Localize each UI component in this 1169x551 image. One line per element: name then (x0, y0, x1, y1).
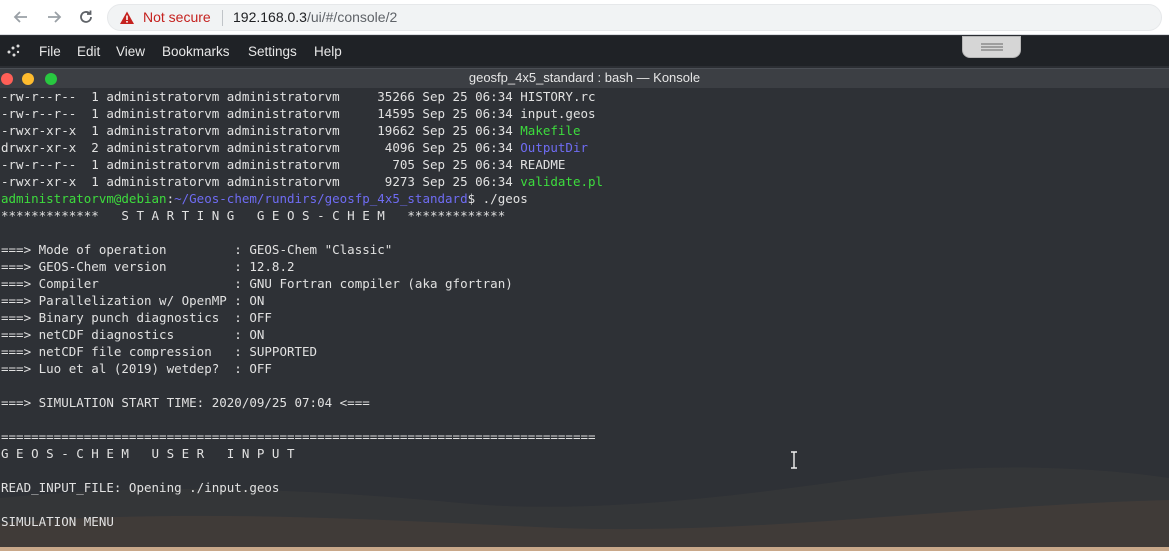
file-name: README (520, 157, 566, 172)
window-titlebar[interactable]: geosfp_4x5_standard : bash — Konsole (0, 68, 1169, 88)
setting-value: : 12.8.2 (234, 259, 295, 274)
setting-label: ===> Compiler (1, 276, 235, 291)
banner-line: ************* S T A R T I N G G E O S - … (1, 207, 603, 224)
file-attributes: drwxr-xr-x 2 administratorvm administrat… (1, 140, 521, 155)
setting-label: ===> Parallelization w/ OpenMP (1, 293, 235, 308)
desktop-edge (0, 547, 1169, 551)
setting-value: : OFF (234, 361, 272, 376)
simulation-menu: SIMULATION MENU (1, 514, 114, 529)
start-time-line: ===> SIMULATION START TIME: 2020/09/25 0… (1, 394, 603, 411)
setting-row: ===> netCDF file compression : SUPPORTED (1, 343, 603, 360)
setting-row: ===> Parallelization w/ OpenMP : ON (1, 292, 603, 309)
file-attributes: -rwxr-xr-x 1 administratorvm administrat… (1, 174, 521, 189)
setting-row: ===> GEOS-Chem version : 12.8.2 (1, 258, 603, 275)
setting-value: : ON (234, 293, 265, 308)
listing-row: -rwxr-xr-x 1 administratorvm administrat… (1, 122, 603, 139)
file-name: validate.pl (520, 174, 604, 189)
menu-file[interactable]: File (39, 44, 61, 59)
banner: ************* S T A R T I N G G E O S - … (1, 208, 506, 223)
listing-row: drwxr-xr-x 2 administratorvm administrat… (1, 139, 603, 156)
menu-drag-handle[interactable] (962, 36, 1021, 58)
setting-row: ===> Compiler : GNU Fortran compiler (ak… (1, 275, 603, 292)
minimize-window-button[interactable] (22, 73, 34, 85)
setting-label: ===> Luo et al (2019) wetdep? (1, 361, 235, 376)
prompt-colon: : (166, 191, 175, 206)
url-text[interactable]: 192.168.0.3/ui/#/console/2 (233, 9, 397, 25)
reload-button[interactable] (75, 6, 97, 28)
forward-button[interactable] (43, 6, 65, 28)
prompt-command: $ ./geos (467, 191, 528, 206)
text-cursor-icon (791, 451, 797, 469)
separator-line: ========================================… (1, 428, 603, 445)
header-line: G E O S - C H E M U S E R I N P U T (1, 445, 603, 462)
file-name: input.geos (520, 106, 596, 121)
file-attributes: -rw-r--r-- 1 administratorvm administrat… (1, 89, 521, 104)
listing-row: -rw-r--r-- 1 administratorvm administrat… (1, 88, 603, 105)
app-launcher-icon[interactable] (6, 43, 22, 59)
prompt-user: administratorvm@debian (1, 191, 167, 206)
back-button[interactable] (10, 6, 32, 28)
setting-value: : GEOS-Chem "Classic" (234, 242, 393, 257)
close-window-button[interactable] (1, 73, 13, 85)
start-time: ===> SIMULATION START TIME: 2020/09/25 0… (1, 395, 370, 410)
menu-settings[interactable]: Settings (248, 44, 297, 59)
setting-value: : GNU Fortran compiler (aka gfortran) (234, 276, 513, 291)
arrow-left-icon (13, 11, 27, 23)
prompt-path: ~/Geos-chem/rundirs/geosfp_4x5_standard (174, 191, 468, 206)
setting-row: ===> Binary punch diagnostics : OFF (1, 309, 603, 326)
file-name: OutputDir (520, 140, 589, 155)
setting-value: : ON (234, 327, 265, 342)
listing-row: -rw-r--r-- 1 administratorvm administrat… (1, 156, 603, 173)
reload-icon (80, 10, 92, 23)
address-bar[interactable]: Not secure 192.168.0.3/ui/#/console/2 (107, 4, 1162, 31)
warning-icon (120, 11, 134, 24)
setting-label: ===> netCDF file compression (1, 344, 235, 359)
listing-row: -rwxr-xr-x 1 administratorvm administrat… (1, 173, 603, 190)
arrow-right-icon (48, 11, 62, 23)
menu-help[interactable]: Help (314, 44, 342, 59)
terminal-output: -rw-r--r-- 1 administratorvm administrat… (1, 88, 603, 530)
browser-toolbar: Not secure 192.168.0.3/ui/#/console/2 (0, 0, 1169, 35)
setting-label: ===> netCDF diagnostics (1, 327, 235, 342)
listing-row: -rw-r--r-- 1 administratorvm administrat… (1, 105, 603, 122)
sim-menu-line: SIMULATION MENU (1, 513, 603, 530)
menu-edit[interactable]: Edit (77, 44, 100, 59)
url-path: /ui/#/console/2 (306, 9, 398, 25)
setting-row: ===> netCDF diagnostics : ON (1, 326, 603, 343)
separator: ========================================… (1, 429, 596, 444)
file-attributes: -rwxr-xr-x 1 administratorvm administrat… (1, 123, 521, 138)
menu-view[interactable]: View (116, 44, 145, 59)
hamburger-icon (981, 43, 1003, 51)
maximize-window-button[interactable] (45, 73, 57, 85)
omnibox-divider (222, 10, 223, 26)
read-input: READ_INPUT_FILE: Opening ./input.geos (1, 480, 280, 495)
terminal-area[interactable]: -rw-r--r-- 1 administratorvm administrat… (0, 88, 1169, 547)
setting-label: ===> Binary punch diagnostics (1, 310, 235, 325)
security-status[interactable]: Not secure (143, 9, 211, 25)
window-title: geosfp_4x5_standard : bash — Konsole (468, 70, 701, 85)
file-attributes: -rw-r--r-- 1 administratorvm administrat… (1, 106, 521, 121)
shell-prompt: administratorvm@debian:~/Geos-chem/rundi… (1, 190, 603, 207)
setting-row: ===> Mode of operation : GEOS-Chem "Clas… (1, 241, 603, 258)
setting-label: ===> GEOS-Chem version (1, 259, 235, 274)
setting-label: ===> Mode of operation (1, 242, 235, 257)
url-host: 192.168.0.3 (233, 9, 307, 25)
file-name: HISTORY.rc (520, 89, 596, 104)
read-input-line: READ_INPUT_FILE: Opening ./input.geos (1, 479, 603, 496)
setting-value: : OFF (234, 310, 272, 325)
file-name: Makefile (520, 123, 581, 138)
menu-bookmarks[interactable]: Bookmarks (162, 44, 230, 59)
setting-row: ===> Luo et al (2019) wetdep? : OFF (1, 360, 603, 377)
setting-value: : SUPPORTED (234, 344, 318, 359)
file-attributes: -rw-r--r-- 1 administratorvm administrat… (1, 157, 521, 172)
user-input-header: G E O S - C H E M U S E R I N P U T (1, 446, 295, 461)
